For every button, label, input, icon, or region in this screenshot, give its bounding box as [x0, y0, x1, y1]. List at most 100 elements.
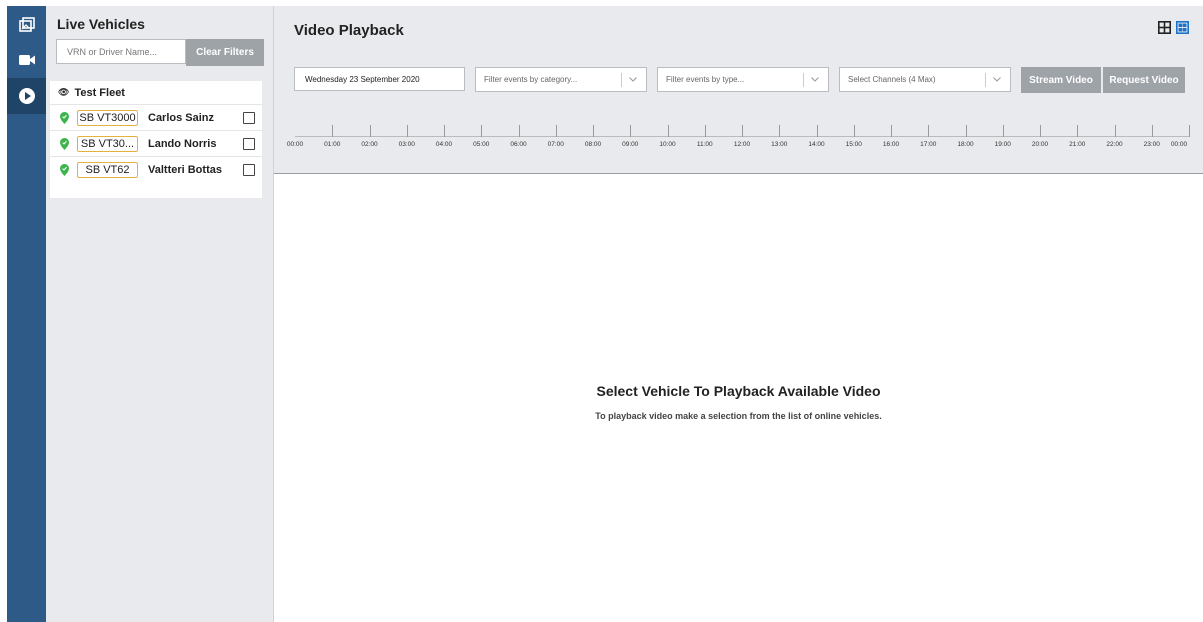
timeline-tick [555, 125, 557, 137]
timeline-tick [593, 125, 594, 137]
driver-name: Lando Norris [148, 137, 217, 150]
select-divider [621, 73, 622, 87]
empty-state-subtitle: To playback video make a selection from … [595, 411, 882, 421]
timeline-tick [891, 125, 892, 137]
grid-view-icon[interactable] [1158, 21, 1171, 34]
date-picker[interactable]: Wednesday 23 September 2020 [294, 67, 465, 91]
timeline-hour-label: 06:00 [510, 141, 527, 148]
timeline-tick [1151, 125, 1153, 137]
empty-state-title: Select Vehicle To Playback Available Vid… [596, 383, 881, 399]
select-divider [985, 73, 986, 87]
timeline-tick [1189, 125, 1190, 137]
timeline-hour-label: 18:00 [957, 141, 974, 148]
timeline-hour-label: 01:00 [324, 141, 341, 148]
video-playback-main: Video Playback Wednesday 23 September 20… [274, 6, 1203, 622]
location-pin-icon [57, 111, 71, 124]
vehicle-row[interactable]: SB VT3000 Carlos Sainz [50, 104, 262, 130]
timeline-tick [667, 125, 669, 137]
timeline-tick [816, 125, 818, 137]
timeline-tick [1040, 125, 1041, 137]
timeline-hour-label: 11:00 [696, 141, 713, 148]
request-video-button[interactable]: Request Video [1103, 67, 1185, 93]
channels-placeholder: Select Channels (4 Max) [848, 75, 936, 84]
timeline-hour-label: 08:00 [584, 141, 602, 148]
vehicle-row[interactable]: SB VT62 Valtteri Bottas [50, 156, 262, 182]
vehicle-checkbox[interactable] [243, 138, 255, 150]
timeline-tick [965, 125, 967, 137]
timeline-hour-label: 05:00 [473, 141, 490, 148]
vehicle-row[interactable]: SB VT30... Lando Norris [50, 130, 262, 156]
video-camera-button[interactable] [7, 42, 46, 78]
driver-name: Carlos Sainz [148, 111, 215, 124]
vehicle-checkbox[interactable] [243, 112, 255, 124]
timeline-tick [518, 125, 520, 137]
timeline-tick [928, 125, 930, 137]
timeline-hour-label: 23:00 [1143, 141, 1160, 148]
timeline-hour-label: 04:00 [435, 141, 453, 148]
playback-toolbar: Wednesday 23 September 2020 Filter event… [274, 56, 1203, 174]
timeline-hour-label: 19:00 [994, 141, 1011, 148]
timeline-tick [853, 125, 855, 137]
timeline-tick [444, 125, 445, 137]
view-toggle [1158, 21, 1189, 34]
vehicle-plate: SB VT3000 [77, 109, 138, 126]
timeline-tick [332, 125, 334, 137]
play-circle-icon [18, 88, 35, 104]
timeline-hour-label: 13:00 [771, 141, 788, 148]
chevron-down-icon [993, 77, 1001, 82]
live-vehicles-panel: Live Vehicles Clear Filters 👁︎ Test Flee… [46, 6, 274, 622]
stream-video-button[interactable]: Stream Video [1021, 67, 1101, 93]
timeline-hour-label: 22:00 [1106, 141, 1123, 148]
clear-filters-button[interactable]: Clear Filters [186, 39, 264, 66]
vehicle-search-input[interactable] [56, 39, 186, 64]
timeline-hour-label: 21:00 [1069, 141, 1086, 148]
search-row: Clear Filters [56, 39, 264, 66]
timeline[interactable]: 00:00 01:00 02:00 03:00 04:00 05:00 06:00 07:00… [274, 113, 1203, 153]
driver-name: Valtteri Bottas [148, 163, 222, 176]
channels-select[interactable]: Select Channels (4 Max) [839, 67, 1011, 92]
location-pin-icon [57, 137, 71, 150]
vehicle-plate: SB VT62 [77, 161, 138, 178]
vehicle-plate: SB VT30... [77, 135, 138, 152]
page-title: Video Playback [294, 22, 404, 39]
timeline-tick [406, 125, 408, 137]
select-divider [803, 73, 804, 87]
timeline-tick [704, 125, 706, 137]
fleet-name: Test Fleet [74, 86, 125, 99]
nav-rail [7, 6, 46, 622]
timeline-hour-label: 17:00 [920, 141, 937, 148]
live-gallery-icon [18, 17, 35, 32]
timeline-hour-label: 15:00 [845, 141, 862, 148]
timeline-tick [1077, 125, 1079, 137]
category-filter-select[interactable]: Filter events by category... [475, 67, 647, 92]
timeline-tick [742, 125, 743, 137]
category-filter-placeholder: Filter events by category... [484, 75, 578, 84]
single-view-icon[interactable] [1176, 21, 1189, 34]
timeline-hour-label: 12:00 [733, 141, 751, 148]
timeline-tick [369, 125, 371, 137]
timeline-hour-label: 09:00 [622, 141, 639, 148]
vehicle-checkbox[interactable] [243, 164, 255, 176]
chevron-down-icon [629, 77, 637, 82]
fleet-header[interactable]: 👁︎ Test Fleet [50, 81, 262, 104]
timeline-tick [481, 125, 483, 137]
timeline-tick [1002, 125, 1004, 137]
video-playback-button[interactable] [7, 78, 46, 114]
timeline-hour-label: 16:00 [882, 141, 900, 148]
location-pin-icon [57, 163, 71, 176]
timeline-tick [630, 125, 632, 137]
timeline-hour-label: 00:00 [286, 141, 304, 148]
timeline-hour-label: 00:00 [1170, 141, 1188, 148]
timeline-hour-label: 10:00 [659, 141, 676, 148]
timeline-tick [779, 125, 781, 137]
type-filter-placeholder: Filter events by type... [666, 75, 745, 84]
timeline-hour-label: 07:00 [547, 141, 564, 148]
timeline-hour-label: 02:00 [361, 141, 378, 148]
fleet-list: 👁︎ Test Fleet SB VT3000 Carlos Sainz SB … [50, 81, 262, 198]
panel-title: Live Vehicles [57, 16, 145, 32]
eye-slash-icon[interactable]: 👁︎ [58, 87, 69, 98]
timeline-hour-label: 03:00 [398, 141, 415, 148]
type-filter-select[interactable]: Filter events by type... [657, 67, 829, 92]
live-gallery-button[interactable] [7, 6, 46, 42]
main-header: Video Playback [274, 6, 1203, 56]
